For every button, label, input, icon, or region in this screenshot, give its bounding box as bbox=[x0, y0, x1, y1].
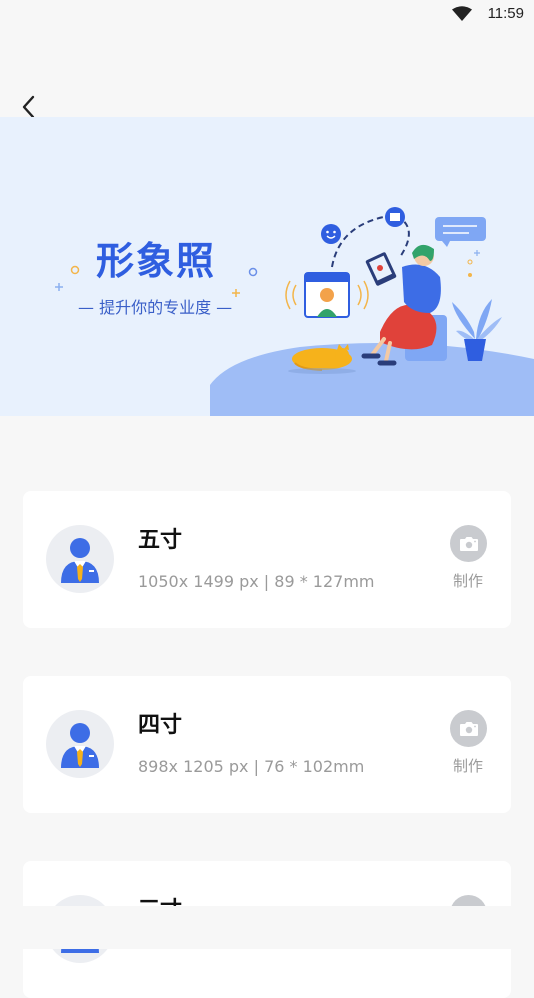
card-title: 四寸 bbox=[138, 713, 183, 738]
wifi-icon bbox=[452, 6, 472, 21]
avatar-icon bbox=[46, 710, 114, 778]
photo-size-card[interactable]: 四寸 898x 1205 px | 76 * 102mm 制作 bbox=[23, 676, 511, 813]
avatar-icon bbox=[46, 525, 114, 593]
bottom-edge bbox=[0, 906, 534, 949]
make-label: 制作 bbox=[452, 757, 483, 775]
card-spec: 898x 1205 px | 76 * 102mm bbox=[138, 757, 365, 776]
banner-subtitle: — 提升你的专业度 — bbox=[78, 298, 233, 317]
status-bar: 11:59 bbox=[0, 0, 534, 30]
banner: 形象照 — 提升你的专业度 — bbox=[0, 117, 534, 416]
make-button[interactable]: 制作 bbox=[443, 525, 493, 595]
photo-size-card[interactable]: 五寸 1050x 1499 px | 89 * 127mm 制作 bbox=[23, 491, 511, 628]
make-button[interactable]: 制作 bbox=[443, 710, 493, 780]
card-title: 五寸 bbox=[138, 528, 183, 553]
banner-title: 形象照 bbox=[96, 238, 217, 283]
camera-icon bbox=[459, 536, 478, 551]
banner-illustration bbox=[55, 207, 534, 416]
camera-icon bbox=[459, 721, 478, 736]
make-label: 制作 bbox=[452, 572, 483, 590]
card-spec: 1050x 1499 px | 89 * 127mm bbox=[138, 572, 375, 591]
status-time: 11:59 bbox=[487, 5, 524, 22]
